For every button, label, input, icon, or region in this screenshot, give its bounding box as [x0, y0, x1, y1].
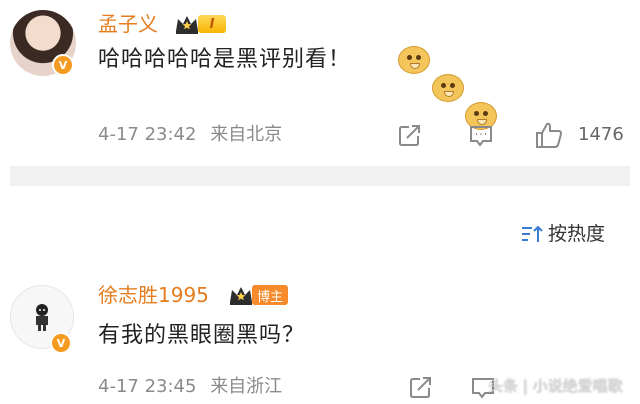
sort-by-hot-button[interactable]: 按热度 [520, 222, 605, 246]
blogger-badge: 博主 [252, 285, 289, 305]
crown-icon [176, 16, 198, 34]
section-divider [10, 166, 630, 186]
sort-label: 按热度 [548, 223, 606, 245]
timestamp: 4-17 23:42 [98, 124, 197, 145]
username[interactable]: 孟子义 [98, 12, 158, 36]
timestamp: 4-17 23:45 [98, 376, 197, 397]
share-icon[interactable] [408, 374, 434, 400]
watermark: 头条 | 小说绝爱唱歌 [488, 377, 623, 395]
cartoon-avatar-icon [36, 304, 48, 331]
like-count: 1476 [578, 124, 624, 145]
location: 来自北京 [210, 124, 283, 145]
member-crown-badge[interactable]: I [174, 13, 226, 35]
doge-emoji-icon [398, 46, 430, 74]
comment-text: 哈哈哈哈哈是黑评别看！ [98, 47, 352, 72]
comment-icon[interactable] [468, 122, 494, 148]
verified-badge-icon: V [52, 54, 74, 76]
member-crown-badge[interactable]: 博主 [228, 284, 289, 306]
sort-icon [522, 225, 543, 242]
level-badge: I [198, 15, 226, 33]
post-meta: 4-17 23:42 来自北京 [98, 124, 282, 146]
verified-badge-icon: V [50, 332, 72, 354]
share-icon[interactable] [397, 122, 423, 148]
doge-emoji-icon [432, 74, 464, 102]
location: 来自浙江 [210, 376, 283, 397]
username[interactable]: 徐志胜1995 [98, 283, 209, 307]
like-icon[interactable] [534, 120, 564, 150]
comment-text: 有我的黑眼圈黑吗？ [98, 323, 306, 348]
post-meta: 4-17 23:45 来自浙江 [98, 376, 282, 398]
crown-icon [230, 287, 252, 305]
